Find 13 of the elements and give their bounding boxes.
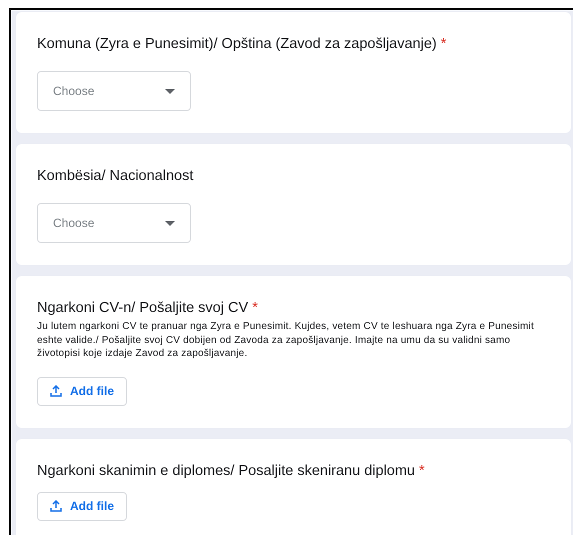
question-title: Ngarkoni CV-n/ Pošaljite svoj CV *	[37, 299, 258, 317]
dropdown[interactable]: Choose	[37, 203, 191, 243]
upload-icon	[50, 385, 62, 397]
caret-icon	[165, 220, 175, 226]
upload-icon	[50, 500, 62, 512]
question-title: Komuna (Zyra e Punesimit)/ Opština (Zavod za zapošljavanje) *	[37, 35, 446, 53]
add-file-button[interactable]: Add file	[37, 492, 127, 520]
add-file-button[interactable]: Add file	[37, 376, 127, 406]
dropdown[interactable]: Choose	[37, 71, 191, 111]
caret-icon	[165, 88, 175, 94]
question-description: Ju lutem ngarkoni CV te pranuar nga Zyra e Punesimit. Kujdes, vetem CV te leshuara nga Zyra e Punesimit eshte valide./ Pošaljite svoj CV dobijen od Zavoda za zapošljavanje. Imajte na umu da su validni samo životopisi koje izdaje Zavod za zapošljavanje.	[37, 320, 535, 360]
question-title: Ngarkoni skanimin e diplomes/ Posaljite skeniranu diplomu *	[37, 462, 425, 480]
question-title: Kombësia/ Nacionalnost	[37, 167, 194, 185]
